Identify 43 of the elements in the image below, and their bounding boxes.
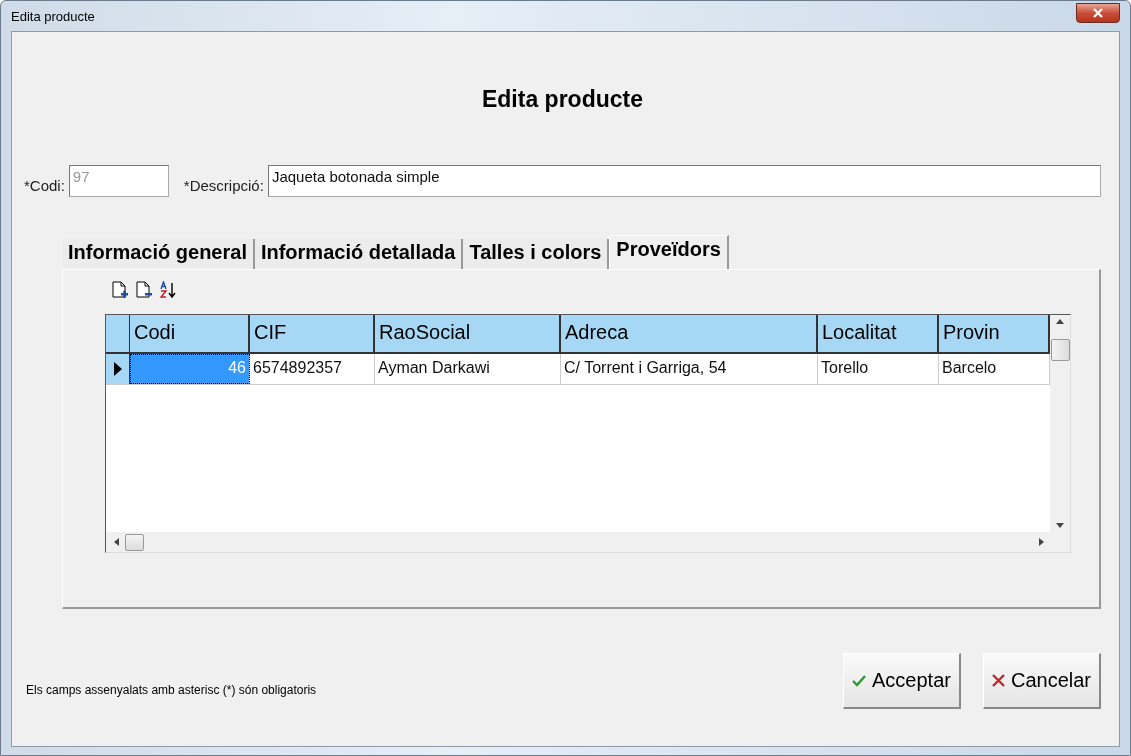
accept-button[interactable]: Acceptar [843,653,961,709]
cross-icon [991,674,1005,687]
check-icon [852,674,866,687]
scroll-right-icon[interactable] [1039,538,1044,546]
table-cell: 6574892357 [250,354,375,384]
required-fields-note: Els camps assenyalats amb asterisc (*) són obligatoris [26,683,317,697]
add-record-button[interactable] [111,281,129,299]
scroll-left-icon[interactable] [114,538,119,546]
tab[interactable]: Talles i colors [463,239,610,269]
window-title: Edita producte [11,8,95,24]
scroll-up-icon[interactable] [1056,319,1064,324]
scroll-thumb[interactable] [1050,339,1070,361]
table-cell: Ayman Darkawi [375,354,561,384]
cancel-button[interactable]: Cancelar [982,653,1101,709]
sort-button[interactable] [159,281,177,299]
column-header[interactable]: RaoSocial [375,315,561,352]
remove-document-icon [135,281,153,299]
column-header[interactable]: Codi [130,315,250,352]
sort-icon [159,281,177,299]
table-cell: C/ Torrent i Garriga, 54 [561,354,818,384]
scroll-thumb[interactable] [125,533,144,551]
remove-record-button[interactable] [135,281,153,299]
dialog-heading: Edita producte [481,86,644,113]
tab[interactable]: Informació detallada [254,239,464,269]
close-button[interactable] [1076,3,1120,23]
column-header[interactable]: Provin [939,315,1050,352]
table-cell: 46 [130,354,250,384]
column-header[interactable]: CIF [250,315,375,352]
column-header[interactable]: Adreca [561,315,818,352]
column-header[interactable]: Localitat [818,315,939,352]
table-cell: Torello [818,354,939,384]
input-field[interactable]: Jaqueta botonada simple [267,165,1101,197]
tab[interactable]: Informació general [62,239,255,269]
horizontal-scrollbar[interactable] [106,532,1070,552]
tab[interactable]: Proveïdors [609,235,729,269]
add-document-icon [111,281,129,299]
current-row-icon [113,362,122,376]
scroll-down-icon[interactable] [1056,523,1064,528]
field-label: *Codi: [24,177,65,194]
field-label: *Descripció: [183,177,264,194]
row-indicator[interactable] [106,354,130,384]
close-icon [1092,8,1104,18]
vertical-scrollbar[interactable] [1050,315,1070,532]
